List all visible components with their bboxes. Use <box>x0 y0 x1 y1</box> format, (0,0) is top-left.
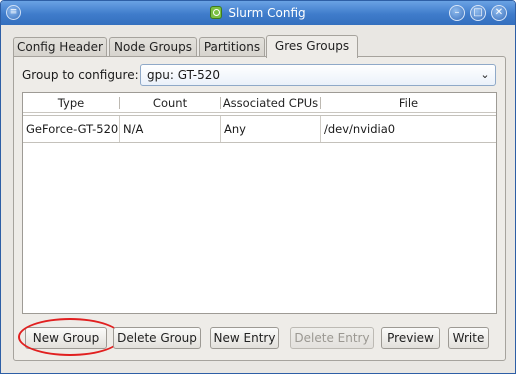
close-icon[interactable]: ✕ <box>491 5 507 21</box>
cell-count[interactable]: N/A <box>120 116 221 142</box>
column-header-associated-cpus[interactable]: Associated CPUs <box>221 93 320 113</box>
slurm-config-window: ≡ Slurm Config – □ ✕ Config Header Node … <box>0 0 516 374</box>
tab-node-groups[interactable]: Node Groups <box>109 37 197 57</box>
cell-type[interactable]: GeForce-GT-520 <box>23 116 120 142</box>
chevron-down-icon[interactable]: ⌄ <box>479 65 491 85</box>
gres-table: Type Count Associated CPUs File GeForce-… <box>22 92 497 314</box>
cell-file[interactable]: /dev/nvidia0 <box>321 116 496 142</box>
tab-gres-groups[interactable]: Gres Groups <box>266 35 358 58</box>
maximize-icon[interactable]: □ <box>470 5 486 21</box>
delete-entry-button[interactable]: Delete Entry <box>290 327 374 349</box>
preview-button[interactable]: Preview <box>381 327 440 349</box>
delete-group-button[interactable]: Delete Group <box>113 327 201 349</box>
new-entry-button[interactable]: New Entry <box>210 327 279 349</box>
column-header-file[interactable]: File <box>321 93 496 113</box>
tab-config-header[interactable]: Config Header <box>13 37 107 57</box>
window-title-area: Slurm Config <box>1 1 515 25</box>
cell-associated-cpus[interactable]: Any <box>221 116 321 142</box>
write-button[interactable]: Write <box>448 327 489 349</box>
column-header-type[interactable]: Type <box>23 93 119 113</box>
table-header: Type Count Associated CPUs File <box>23 93 496 113</box>
group-select[interactable]: gpu: GT-520 ⌄ <box>140 64 496 86</box>
column-header-count[interactable]: Count <box>120 93 220 113</box>
group-to-configure-label: Group to configure: <box>22 68 139 82</box>
tab-partitions[interactable]: Partitions <box>199 37 265 57</box>
table-row[interactable]: GeForce-GT-520 N/A Any /dev/nvidia0 <box>23 115 496 143</box>
window-title: Slurm Config <box>228 6 306 20</box>
button-bar: New Group Delete Group New Entry Delete … <box>14 318 507 356</box>
gres-groups-panel: Group to configure: gpu: GT-520 ⌄ Type C… <box>13 56 506 361</box>
app-icon <box>210 6 223 19</box>
group-select-value: gpu: GT-520 <box>147 68 221 82</box>
highlight-circle-annotation <box>18 318 122 356</box>
title-bar[interactable]: ≡ Slurm Config – □ ✕ <box>1 1 515 25</box>
minimize-icon[interactable]: – <box>449 5 465 21</box>
